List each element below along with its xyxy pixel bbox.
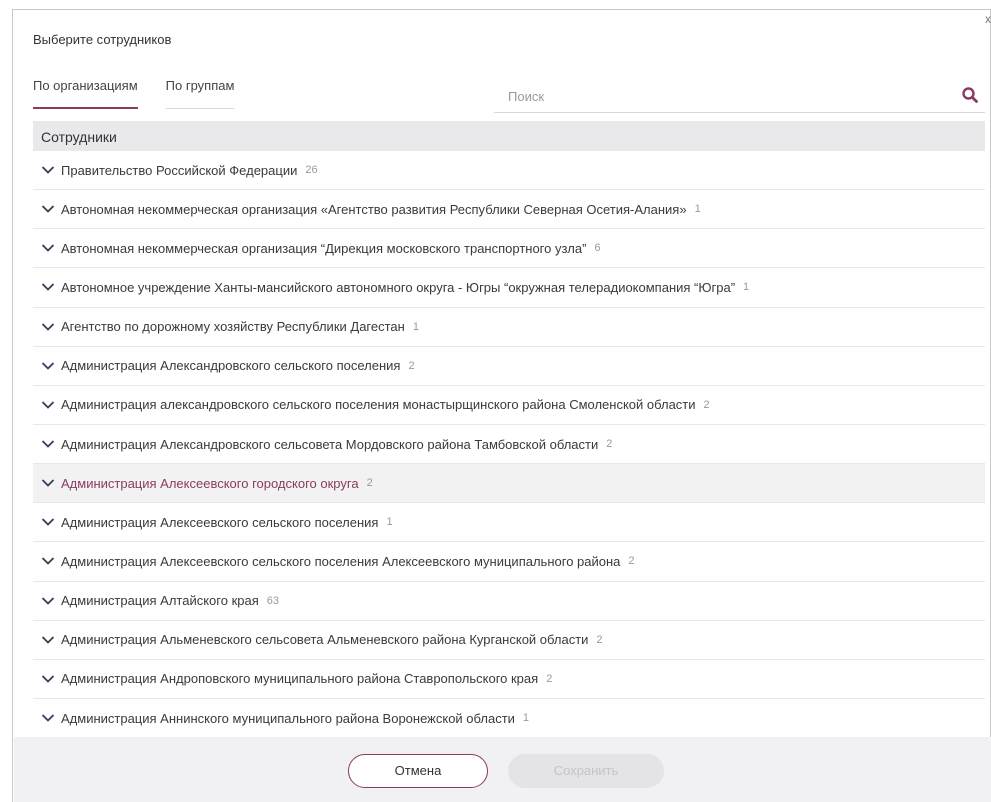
- list-item-count: 26: [305, 164, 318, 177]
- chevron-down-icon[interactable]: [41, 322, 55, 332]
- list-header: Сотрудники: [33, 121, 985, 151]
- list-item[interactable]: Агентство по дорожному хозяйству Республ…: [33, 308, 985, 347]
- list-item-count: 1: [386, 516, 393, 529]
- list-item-label: Правительство Российской Федерации: [61, 162, 298, 178]
- list-item-count: 2: [596, 633, 603, 646]
- list-item[interactable]: Администрация Алексеевского сельского по…: [33, 503, 985, 543]
- list-item-count: 1: [743, 281, 750, 294]
- list-item-count: 2: [628, 555, 635, 568]
- chevron-down-icon[interactable]: [41, 439, 55, 449]
- list-item-label: Администрация Альменевского сельсовета А…: [61, 632, 589, 648]
- list-item-label: Администрация александровского сельского…: [61, 397, 696, 413]
- chevron-down-icon[interactable]: [41, 674, 55, 684]
- list-item-label: Администрация Алтайского края: [61, 593, 259, 609]
- list-item[interactable]: Автономная некоммерческая организация “Д…: [33, 229, 985, 269]
- employee-select-dialog: Выберите сотрудников По организациям По …: [12, 9, 991, 802]
- tab-by-groups[interactable]: По группам: [165, 76, 234, 113]
- list-item-count: 1: [412, 320, 419, 333]
- list-item-count: 2: [366, 477, 373, 490]
- list-item[interactable]: Администрация Алексеевского сельского по…: [33, 542, 985, 582]
- chevron-down-icon[interactable]: [41, 635, 55, 645]
- search-box: [494, 82, 985, 113]
- list-item-label: Администрация Андроповского муниципально…: [61, 671, 539, 687]
- search-icon[interactable]: [961, 86, 979, 104]
- chevron-down-icon[interactable]: [41, 478, 55, 488]
- chevron-down-icon[interactable]: [41, 165, 55, 175]
- list-item[interactable]: Администрация Андроповского муниципально…: [33, 660, 985, 699]
- search-input[interactable]: [494, 82, 934, 110]
- close-icon[interactable]: x: [985, 12, 991, 26]
- list-item-count: 6: [594, 242, 601, 255]
- cancel-button[interactable]: Отмена: [348, 754, 488, 788]
- list-item[interactable]: Администрация Александровского сельского…: [33, 347, 985, 386]
- list-item-label: Администрация Аннинского муниципального …: [61, 710, 515, 726]
- list-item-label: Автономная некоммерческая организация «А…: [61, 201, 687, 217]
- list-item-label: Администрация Алексеевского сельского по…: [61, 514, 379, 530]
- chevron-down-icon[interactable]: [41, 243, 55, 253]
- list-item[interactable]: Администрация Альменевского сельсовета А…: [33, 621, 985, 660]
- list-item-label: Автономная некоммерческая организация “Д…: [61, 240, 587, 256]
- list-item-label: Администрация Алексеевского сельского по…: [61, 553, 621, 569]
- chevron-down-icon[interactable]: [41, 400, 55, 410]
- dialog-title: Выберите сотрудников: [33, 32, 172, 47]
- tab-by-organizations[interactable]: По организациям: [33, 76, 138, 113]
- list-item-count: 2: [606, 438, 613, 451]
- list-item[interactable]: Автономная некоммерческая организация «А…: [33, 190, 985, 230]
- list-item[interactable]: Администрация Алтайского края 63: [33, 582, 985, 621]
- dialog-footer: Отмена Сохранить: [14, 737, 991, 802]
- list-item-label: Администрация Александровского сельсовет…: [61, 436, 599, 452]
- list-item[interactable]: Администрация Алексеевского городского о…: [33, 464, 985, 504]
- list-item-count: 63: [266, 594, 280, 607]
- list-item[interactable]: Администрация Аннинского муниципального …: [33, 699, 985, 737]
- list-item[interactable]: Правительство Российской Федерации 26: [33, 151, 985, 191]
- list-item-label: Администрация Алексеевского городского о…: [61, 475, 359, 491]
- organization-list[interactable]: Правительство Российской Федерации 26 Авто…: [33, 151, 985, 737]
- chevron-down-icon[interactable]: [41, 713, 55, 723]
- chevron-down-icon[interactable]: [41, 282, 55, 292]
- list-item[interactable]: Автономное учреждение Ханты-мансийского …: [33, 268, 985, 308]
- chevron-down-icon[interactable]: [41, 596, 55, 606]
- save-button[interactable]: Сохранить: [508, 754, 664, 788]
- tab-bar: По организациям По группам: [33, 76, 262, 113]
- list-item[interactable]: Администрация Александровского сельсовет…: [33, 425, 985, 465]
- list-item-count: 2: [703, 398, 710, 411]
- list-item-label: Автономное учреждение Ханты-мансийского …: [61, 279, 736, 295]
- list-item-count: 1: [522, 712, 530, 725]
- list-item-count: 2: [546, 672, 553, 685]
- chevron-down-icon[interactable]: [41, 517, 55, 527]
- list-item-count: 2: [408, 359, 415, 372]
- chevron-down-icon[interactable]: [41, 556, 55, 566]
- list-item-label: Агентство по дорожному хозяйству Республ…: [61, 319, 405, 335]
- chevron-down-icon[interactable]: [41, 361, 55, 371]
- list-item-label: Администрация Александровского сельского…: [61, 358, 401, 374]
- list-item-count: 1: [694, 203, 701, 216]
- chevron-down-icon[interactable]: [41, 204, 55, 214]
- list-item[interactable]: Администрация александровского сельского…: [33, 386, 985, 425]
